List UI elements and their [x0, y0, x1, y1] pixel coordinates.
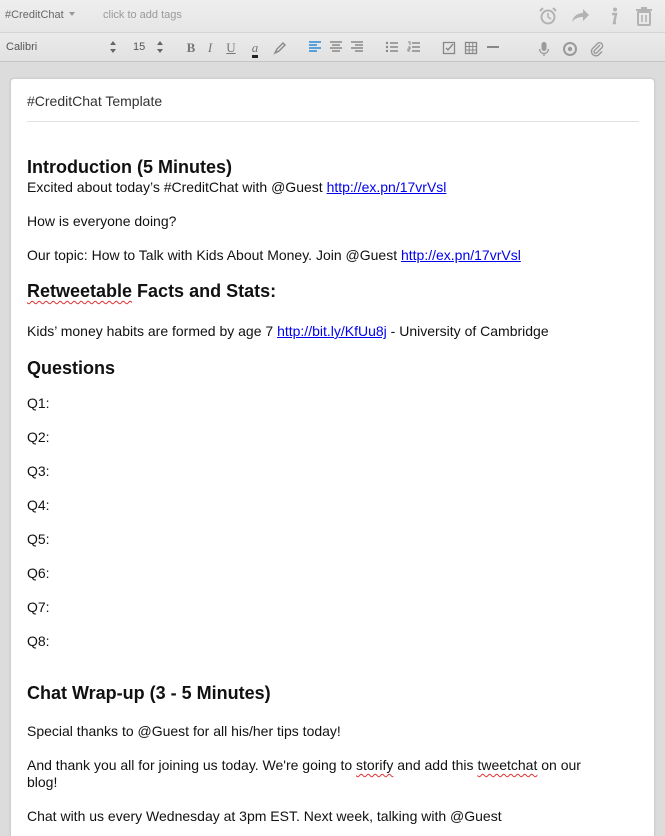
horizontal-rule-button[interactable]	[484, 38, 502, 58]
title-divider	[27, 121, 639, 122]
note-title[interactable]: #CreditChat Template	[27, 93, 162, 109]
align-right-icon	[351, 41, 363, 52]
font-family-select[interactable]: Calibri	[6, 41, 116, 53]
align-center-icon	[330, 41, 342, 52]
italic-icon: I	[207, 40, 213, 55]
align-center-button[interactable]	[327, 38, 345, 58]
intro-line-2: How is everyone doing?	[27, 213, 177, 229]
numbered-list-icon	[407, 41, 420, 52]
underline-icon: U	[226, 40, 236, 55]
align-left-button[interactable]	[306, 38, 324, 58]
checkbox-icon	[442, 41, 456, 55]
question-item: Q4:	[27, 497, 50, 513]
fact-1-source: - University of Cambridge	[386, 323, 549, 339]
text-color-icon: a	[251, 41, 259, 58]
format-toolbar: Calibri 15 B I U a	[0, 32, 665, 62]
font-size-value: 15	[133, 41, 146, 53]
bulleted-list-button[interactable]	[383, 38, 401, 58]
italic-button[interactable]: I	[201, 38, 219, 58]
wrap-up-heading: Chat Wrap-up (3 - 5 Minutes)	[27, 683, 271, 703]
align-right-button[interactable]	[348, 38, 366, 58]
tag-bar: #CreditChat click to add tags	[0, 0, 665, 32]
wrap-line-2-text: on our	[537, 757, 581, 773]
align-left-icon	[309, 41, 321, 52]
font-family-value: Calibri	[6, 41, 38, 53]
bulleted-list-icon	[385, 41, 398, 53]
question-item: Q7:	[27, 599, 50, 615]
intro-line-3-text: Our topic: How to Talk with Kids About M…	[27, 247, 401, 263]
note-editor[interactable]: #CreditChat Template Introduction (5 Min…	[10, 78, 655, 836]
notebook-name: #CreditChat	[5, 9, 64, 21]
question-item: Q8:	[27, 633, 50, 649]
camera-button[interactable]	[561, 38, 579, 58]
fact-line-1: Kids’ money habits are formed by age 7 h…	[27, 323, 549, 340]
fact-1-text: Kids’ money habits are formed by age 7	[27, 323, 278, 339]
camera-shutter-icon	[563, 42, 577, 56]
question-item: Q1:	[27, 395, 50, 411]
question-item: Q2:	[27, 429, 50, 445]
stepper-arrows-icon	[157, 41, 163, 53]
intro-line-1: Excited about today’s #CreditChat with @…	[27, 179, 446, 196]
wrap-line-3: Chat with us every Wednesday at 3pm EST.…	[27, 808, 502, 824]
underline-button[interactable]: U	[222, 38, 240, 58]
info-icon[interactable]	[603, 5, 625, 27]
microphone-icon	[538, 42, 550, 56]
paperclip-icon	[590, 42, 604, 57]
spellcheck-word[interactable]: tweetchat	[477, 757, 537, 773]
intro-heading: Introduction (5 Minutes)	[27, 157, 232, 177]
intro-line-1-text: Excited about today’s #CreditChat with @…	[27, 179, 327, 195]
notebook-selector[interactable]: #CreditChat	[5, 9, 75, 21]
intro-line-3: Our topic: How to Talk with Kids About M…	[27, 247, 521, 264]
highlight-button[interactable]	[271, 38, 289, 58]
stepper-arrows-icon	[110, 41, 116, 53]
wrap-line-2-text: And thank you all for joining us today. …	[27, 757, 357, 773]
numbered-list-button[interactable]	[405, 38, 423, 58]
bold-icon: B	[186, 40, 196, 55]
intro-link-1[interactable]: http://ex.pn/17vrVsl	[327, 179, 447, 195]
fact-link-1[interactable]: http://bit.ly/KfUu8j	[277, 323, 387, 339]
spellcheck-word[interactable]: Retweetable	[27, 281, 132, 301]
trash-icon[interactable]	[633, 5, 655, 27]
share-arrow-icon[interactable]	[569, 5, 591, 27]
alarm-clock-icon[interactable]	[537, 5, 559, 27]
font-size-select[interactable]: 15	[133, 41, 163, 53]
bold-button[interactable]: B	[182, 38, 200, 58]
spellcheck-word[interactable]: storify	[356, 757, 393, 773]
record-audio-button[interactable]	[535, 38, 553, 58]
chevron-down-icon	[68, 12, 75, 16]
text-color-button[interactable]: a	[246, 38, 264, 58]
wrap-line-1: Special thanks to @Guest for all his/her…	[27, 723, 341, 739]
note-actions	[537, 5, 657, 27]
question-item: Q5:	[27, 531, 50, 547]
questions-heading: Questions	[27, 358, 116, 378]
question-item: Q6:	[27, 565, 50, 581]
wrap-line-2-continued: blog!	[27, 774, 58, 790]
table-icon	[464, 41, 478, 55]
wrap-line-2: And thank you all for joining us today. …	[27, 757, 581, 774]
horizontal-rule-icon	[487, 46, 499, 48]
highlighter-icon	[273, 42, 286, 55]
wrap-line-2-text: and add this	[393, 757, 478, 773]
tags-input[interactable]: click to add tags	[103, 9, 182, 21]
attach-file-button[interactable]	[588, 38, 606, 58]
insert-table-button[interactable]	[462, 38, 480, 58]
checkbox-button[interactable]	[440, 38, 458, 58]
facts-heading: Retweetable Facts and Stats:	[27, 281, 276, 302]
intro-link-2[interactable]: http://ex.pn/17vrVsl	[401, 247, 521, 263]
question-item: Q3:	[27, 463, 50, 479]
facts-heading-rest: Facts and Stats:	[132, 281, 277, 301]
